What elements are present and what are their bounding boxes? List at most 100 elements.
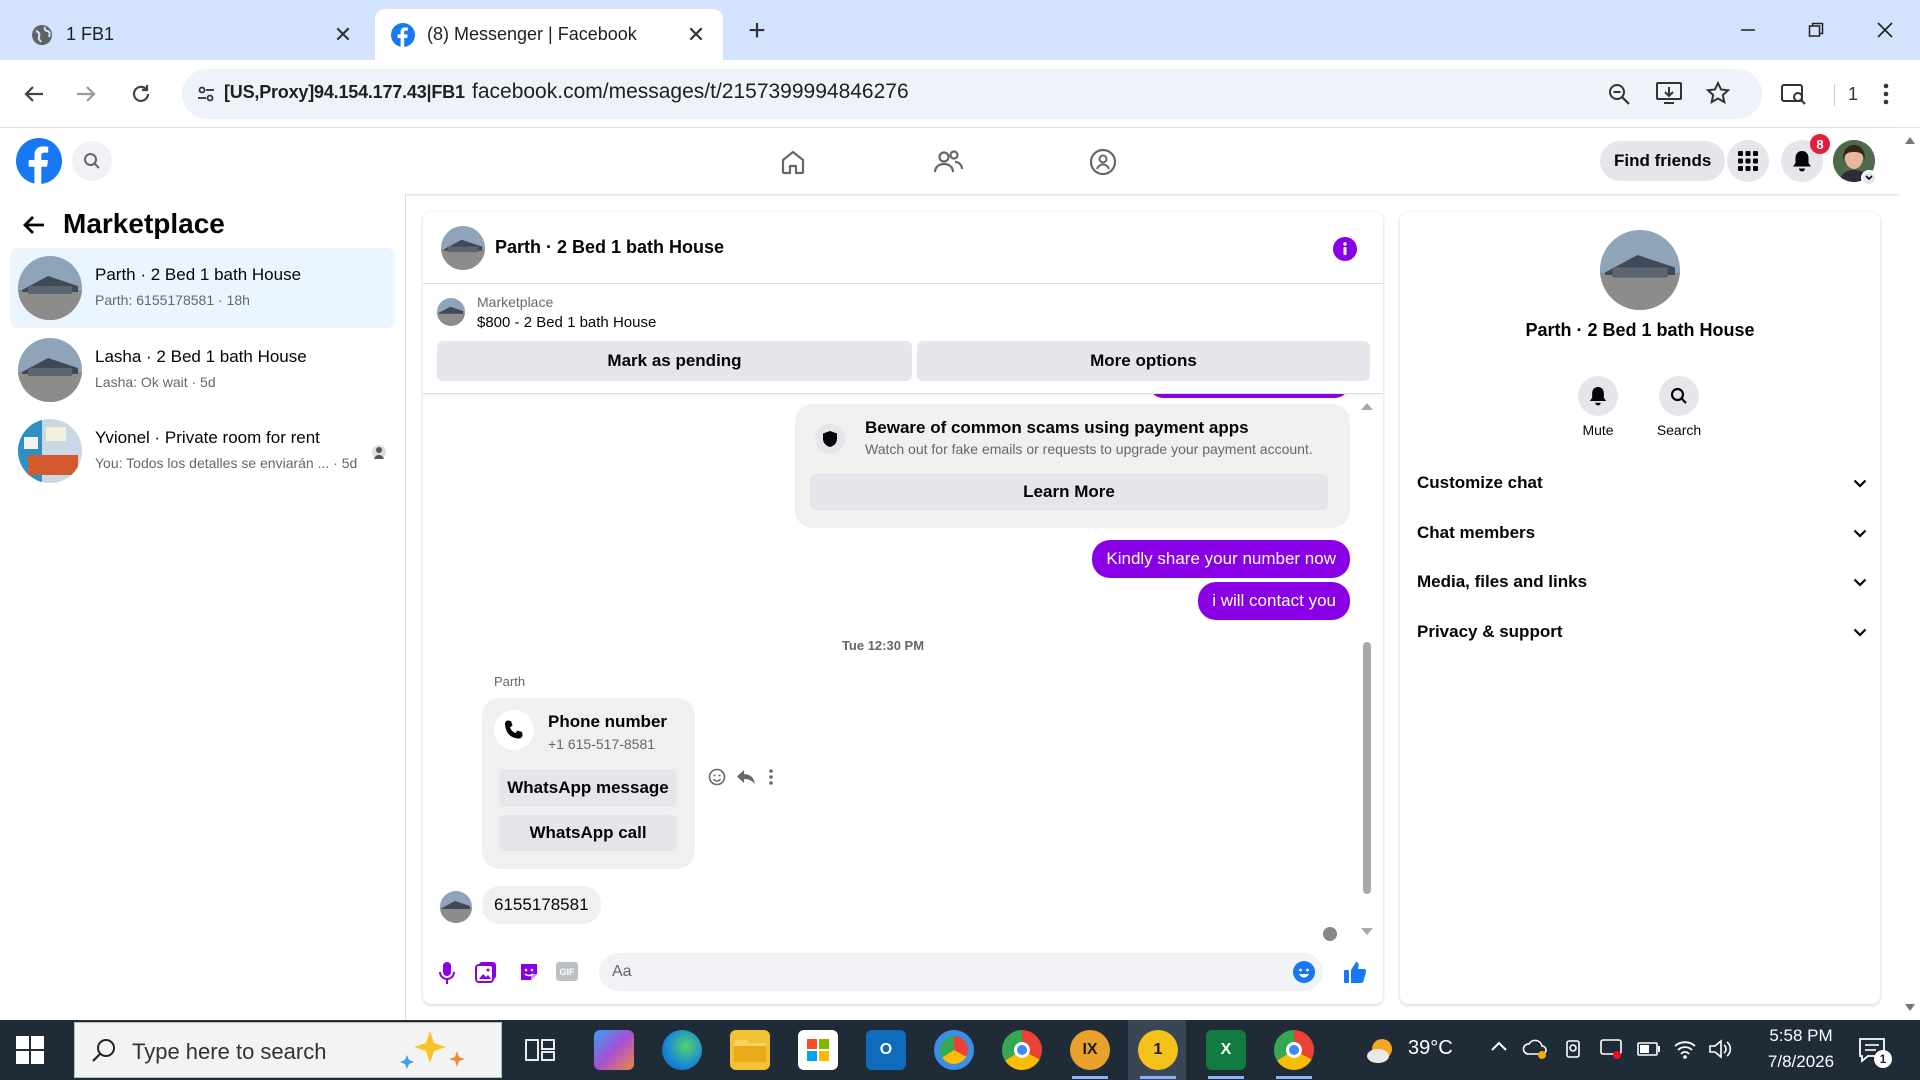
customize-chat-section[interactable]: Customize chat: [1417, 463, 1867, 503]
privacy-support-section[interactable]: Privacy & support: [1417, 612, 1867, 652]
message-bubble-in[interactable]: 6155178581: [482, 886, 601, 924]
scroll-down-icon[interactable]: [1361, 928, 1373, 936]
back-arrow-icon[interactable]: [22, 214, 46, 236]
chat-title[interactable]: Parth · 2 Bed 1 bath House: [495, 237, 724, 258]
browser-menu-icon[interactable]: [1868, 76, 1904, 112]
site-settings-icon[interactable]: [196, 84, 216, 104]
file-explorer-icon[interactable]: [730, 1030, 770, 1070]
emoji-icon[interactable]: [1293, 961, 1315, 983]
chrome-profile-icon[interactable]: [934, 1030, 974, 1070]
media-files-links-section[interactable]: Media, files and links: [1417, 562, 1867, 602]
outlook-icon[interactable]: O: [866, 1030, 906, 1070]
gif-icon[interactable]: GIF: [556, 962, 578, 981]
conversation-item[interactable]: Yvionel · Private room for rent You: Tod…: [10, 411, 395, 491]
close-window-button[interactable]: [1862, 10, 1908, 50]
close-tab-icon[interactable]: ✕: [683, 22, 709, 48]
copilot-app-icon[interactable]: [594, 1030, 634, 1070]
mark-as-pending-button[interactable]: Mark as pending: [437, 341, 912, 381]
learn-more-button[interactable]: Learn More: [810, 474, 1328, 510]
message-thread[interactable]: Beware of common scams using payment app…: [423, 394, 1383, 942]
photo-icon[interactable]: [475, 961, 497, 983]
taskbar-date[interactable]: 7/8/2026: [1756, 1052, 1846, 1072]
scrollbar-thumb[interactable]: [1363, 642, 1371, 894]
thread-scrollbar[interactable]: [1360, 400, 1374, 942]
scroll-up-icon[interactable]: [1361, 402, 1373, 410]
weather-temperature[interactable]: 39°C: [1408, 1037, 1453, 1060]
message-bubble-out[interactable]: Kindly share your number now: [1092, 540, 1350, 578]
like-thumb-icon[interactable]: [1343, 960, 1367, 984]
close-tab-icon[interactable]: ✕: [330, 22, 356, 48]
profile-counter[interactable]: 1: [1835, 76, 1871, 112]
info-icon[interactable]: [1333, 237, 1357, 261]
conversation-item[interactable]: Parth · 2 Bed 1 bath House Parth: 615517…: [10, 248, 395, 328]
minimize-button[interactable]: [1725, 10, 1771, 50]
volume-icon[interactable]: [1708, 1038, 1734, 1060]
scroll-down-icon[interactable]: [1905, 1004, 1915, 1012]
bookmark-star-icon[interactable]: [1706, 81, 1730, 105]
tab-title: 1 FB1: [66, 24, 115, 44]
info-avatar[interactable]: [1600, 230, 1680, 310]
reply-icon[interactable]: [736, 768, 756, 786]
sender-avatar[interactable]: [440, 891, 472, 923]
tab-search-icon[interactable]: [1776, 76, 1812, 112]
chrome-profile-a-icon[interactable]: [1274, 1030, 1314, 1070]
reload-icon[interactable]: [123, 76, 159, 112]
facebook-logo[interactable]: [16, 138, 62, 184]
more-options-button[interactable]: More options: [917, 341, 1370, 381]
zoom-icon[interactable]: [1607, 82, 1631, 106]
chat-members-section[interactable]: Chat members: [1417, 513, 1867, 553]
groups-icon[interactable]: [1086, 145, 1120, 179]
more-actions-icon[interactable]: [768, 768, 774, 786]
listing-price-title[interactable]: $800 - 2 Bed 1 bath House: [477, 314, 656, 331]
sticker-icon[interactable]: [518, 961, 540, 983]
battery-icon[interactable]: [1637, 1042, 1661, 1056]
whatsapp-message-button[interactable]: WhatsApp message: [499, 770, 677, 806]
menu-grid-icon[interactable]: [1727, 140, 1769, 182]
back-icon[interactable]: [16, 76, 52, 112]
address-bar[interactable]: [US,Proxy]94.154.177.43|FB1 facebook.com…: [182, 69, 1762, 119]
tab-fb1[interactable]: 1 FB1 ✕: [14, 9, 370, 60]
chat-avatar[interactable]: [441, 226, 485, 270]
friends-icon[interactable]: [931, 145, 965, 179]
chrome-icon[interactable]: [1002, 1030, 1042, 1070]
page-scrollbar[interactable]: [1900, 128, 1920, 1020]
restore-button[interactable]: [1793, 10, 1839, 50]
shield-icon: [815, 424, 845, 454]
running-indicator: [1072, 1076, 1108, 1079]
onedrive-icon[interactable]: [1522, 1038, 1548, 1060]
mute-button[interactable]: Mute: [1576, 376, 1620, 438]
whatsapp-call-button[interactable]: WhatsApp call: [499, 815, 677, 851]
find-friends-button[interactable]: Find friends: [1600, 141, 1726, 181]
tray-overflow-chevron-icon[interactable]: [1490, 1040, 1508, 1052]
taskbar-time[interactable]: 5:58 PM: [1756, 1026, 1846, 1046]
message-bubble-out[interactable]: i will contact you: [1198, 582, 1350, 620]
ixbrowser-icon[interactable]: IX: [1070, 1030, 1110, 1070]
message-input[interactable]: Aa: [599, 953, 1323, 991]
search-icon[interactable]: [72, 141, 112, 181]
conversation-item[interactable]: Lasha · 2 Bed 1 bath House Lasha: Ok wai…: [10, 330, 395, 410]
excel-icon[interactable]: X: [1206, 1030, 1246, 1070]
search-chat-button[interactable]: Search: [1657, 376, 1701, 438]
weather-icon[interactable]: [1364, 1035, 1400, 1065]
microphone-icon[interactable]: [438, 961, 456, 985]
react-emoji-icon[interactable]: [708, 768, 726, 786]
wifi-icon[interactable]: [1673, 1038, 1697, 1060]
account-chevron-icon[interactable]: [1861, 170, 1877, 186]
forward-icon[interactable]: [68, 76, 104, 112]
taskbar-search-box[interactable]: Type here to search: [74, 1022, 502, 1078]
home-icon[interactable]: [776, 145, 810, 179]
install-app-icon[interactable]: [1656, 81, 1682, 105]
new-tab-button[interactable]: +: [740, 14, 774, 48]
browser-profile-1-icon[interactable]: 1: [1138, 1030, 1178, 1070]
scroll-up-icon[interactable]: [1905, 136, 1915, 144]
url-text[interactable]: facebook.com/messages/t/2157399994846276: [472, 80, 909, 104]
microsoft-store-icon[interactable]: [798, 1030, 838, 1070]
listing-thumbnail[interactable]: [437, 298, 465, 326]
windows-start-icon[interactable]: [16, 1036, 44, 1064]
edge-browser-icon[interactable]: [662, 1030, 702, 1070]
screen-record-icon[interactable]: [1599, 1037, 1623, 1061]
chat-panel: Parth · 2 Bed 1 bath House Marketplace $…: [423, 212, 1383, 1004]
meet-now-icon[interactable]: [1563, 1038, 1585, 1060]
task-view-icon[interactable]: [525, 1036, 555, 1064]
tab-messenger[interactable]: (8) Messenger | Facebook ✕: [375, 9, 723, 60]
